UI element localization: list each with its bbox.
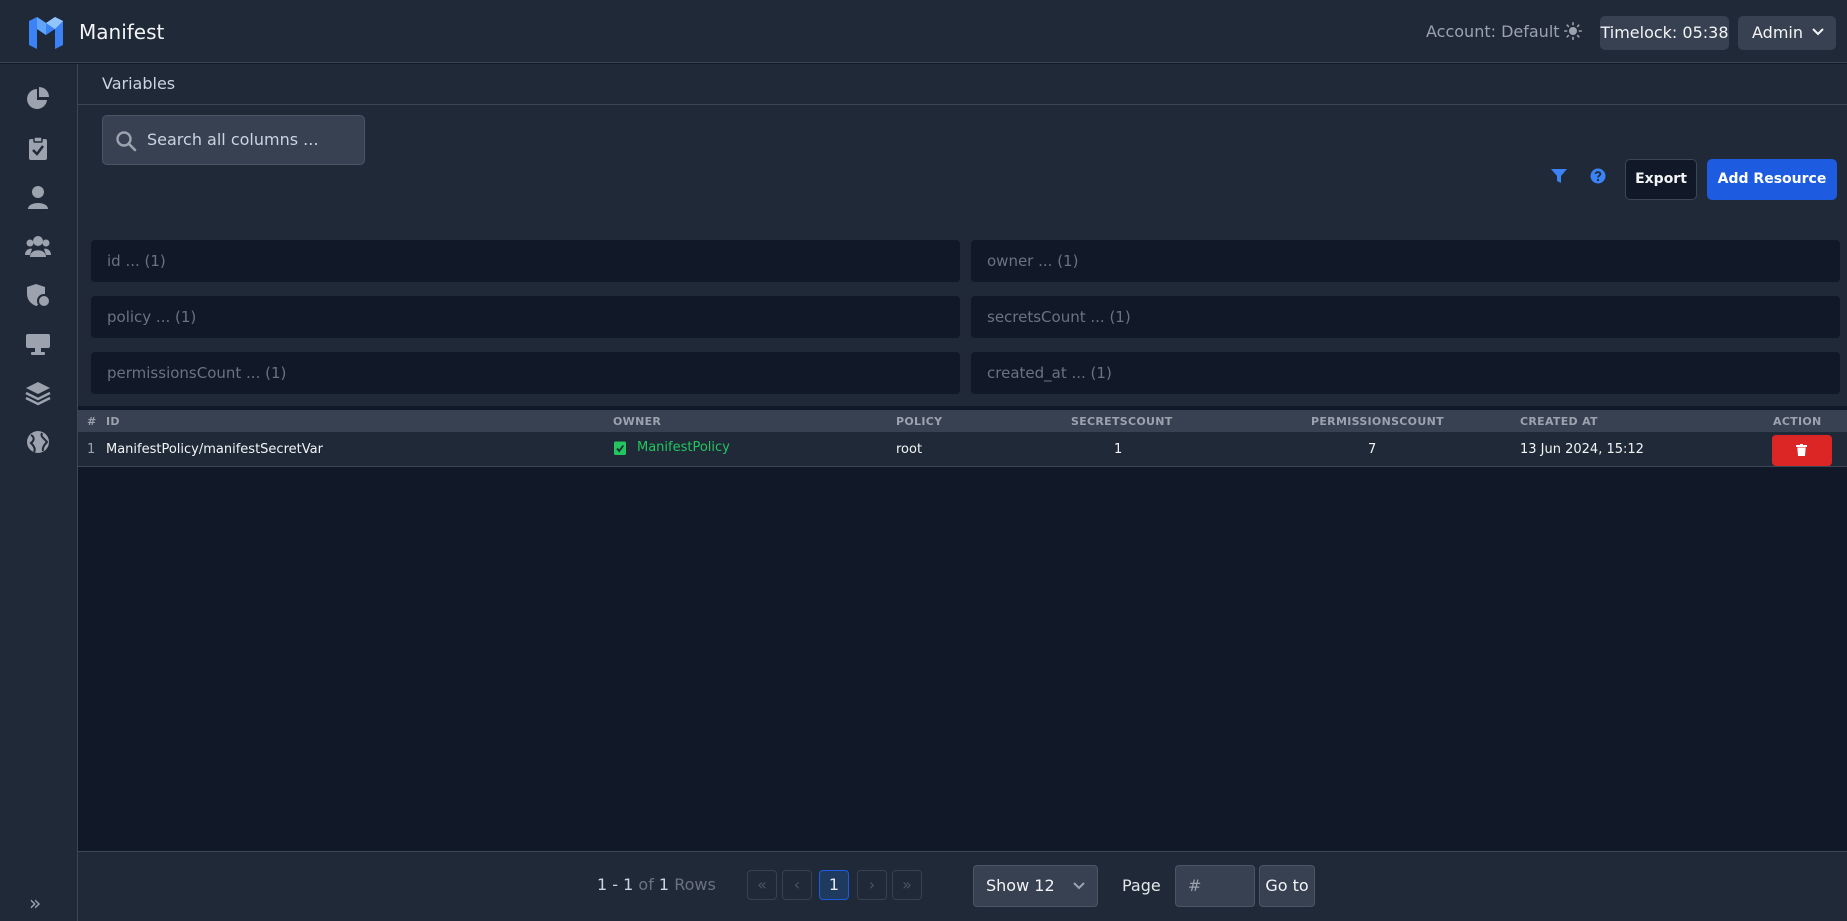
filter-icon[interactable] [1551, 168, 1567, 184]
page-title: Variables [102, 74, 176, 93]
page-size-value: Show 12 [986, 876, 1055, 895]
first-page-button[interactable]: « [747, 870, 777, 900]
desktop-icon[interactable] [25, 331, 51, 357]
sidebar: » [0, 64, 78, 921]
column-header-owner[interactable]: OWNER [613, 415, 661, 428]
search-placeholder: Search all columns ... [147, 130, 319, 149]
chart-pie-icon[interactable] [25, 86, 51, 112]
row-policy: root [896, 442, 923, 457]
app-title: Manifest [79, 20, 165, 44]
row-total: 1 [658, 875, 670, 894]
globe-icon[interactable] [25, 429, 51, 455]
column-header-id[interactable]: ID [106, 415, 120, 428]
row-id: ManifestPolicy/manifestSecretVar [106, 442, 323, 457]
trash-icon [1796, 444, 1807, 456]
search-input[interactable]: Search all columns ... [102, 115, 365, 165]
users-icon[interactable] [25, 233, 51, 259]
row-range-of: of [638, 875, 654, 894]
owner-link[interactable]: ManifestPolicy [637, 440, 730, 455]
last-page-button[interactable]: » [892, 870, 922, 900]
clipboard-check-icon [614, 441, 626, 455]
top-header: Manifest Account: Default Timelock: 05:3… [0, 0, 1847, 63]
row-permissions-count: 7 [1368, 442, 1377, 457]
add-resource-button[interactable]: Add Resource [1707, 159, 1837, 200]
row-range-value: 1 - 1 [597, 875, 634, 894]
row-number: 1 [87, 442, 96, 457]
user-icon[interactable] [25, 184, 51, 210]
section-header: Variables [78, 64, 1847, 105]
help-icon[interactable] [1590, 168, 1606, 184]
page-label: Page [1122, 876, 1161, 895]
filter-created-at[interactable]: created_at ... (1) [971, 352, 1840, 394]
clipboard-check-icon[interactable] [25, 135, 51, 161]
admin-menu-label: Admin [1752, 23, 1803, 42]
filter-secrets-count[interactable]: secretsCount ... (1) [971, 296, 1840, 338]
row-range: 1 - 1 of 1 Rows [597, 875, 716, 894]
sidebar-expand-button[interactable]: » [29, 891, 41, 915]
previous-page-button[interactable]: ‹ [782, 870, 812, 900]
chevron-down-icon [1812, 28, 1824, 36]
table-row[interactable]: 1 ManifestPolicy/manifestSecretVar Manif… [78, 432, 1847, 467]
go-to-button[interactable]: Go to [1259, 865, 1315, 907]
manifest-logo[interactable] [29, 17, 63, 49]
page-size-select[interactable]: Show 12 [973, 865, 1098, 907]
filter-owner[interactable]: owner ... (1) [971, 240, 1840, 282]
toolbar: Search all columns ... Export Add Resour… [78, 105, 1847, 235]
row-secrets-count: 1 [1114, 442, 1123, 457]
export-button[interactable]: Export [1625, 159, 1697, 200]
layers-icon[interactable] [25, 380, 51, 406]
chevron-down-icon [1073, 882, 1085, 890]
page-number-input[interactable]: # [1175, 865, 1255, 907]
column-header-secrets-count[interactable]: SECRETSCOUNT [1071, 415, 1173, 428]
column-filters: id ... (1) owner ... (1) policy ... (1) … [78, 235, 1847, 406]
column-header-number: # [87, 415, 97, 428]
column-header-created-at[interactable]: CREATED AT [1520, 415, 1598, 428]
sun-icon[interactable] [1564, 22, 1582, 40]
column-header-policy[interactable]: POLICY [896, 415, 942, 428]
admin-menu-button[interactable]: Admin [1738, 16, 1836, 50]
delete-button[interactable] [1772, 435, 1832, 466]
filter-permissions-count[interactable]: permissionsCount ... (1) [91, 352, 960, 394]
account-label: Account: Default [1426, 22, 1560, 41]
shield-icon[interactable] [25, 282, 51, 308]
pagination-bar: 1 - 1 of 1 Rows « ‹ 1 › » Show 12 Page #… [78, 851, 1847, 921]
filter-policy[interactable]: policy ... (1) [91, 296, 960, 338]
column-header-action: ACTION [1773, 415, 1822, 428]
search-icon [116, 131, 137, 152]
timelock-badge[interactable]: Timelock: 05:38 [1600, 16, 1729, 50]
main-content: Variables Search all columns ... Export … [78, 64, 1847, 921]
rows-label: Rows [674, 875, 716, 894]
column-header-permissions-count[interactable]: PERMISSIONSCOUNT [1311, 415, 1444, 428]
filter-id[interactable]: id ... (1) [91, 240, 960, 282]
table-header: # ID OWNER POLICY SECRETSCOUNT PERMISSIO… [78, 410, 1847, 432]
current-page-button[interactable]: 1 [819, 870, 849, 900]
row-created-at: 13 Jun 2024, 15:12 [1520, 442, 1644, 457]
next-page-button[interactable]: › [857, 870, 887, 900]
